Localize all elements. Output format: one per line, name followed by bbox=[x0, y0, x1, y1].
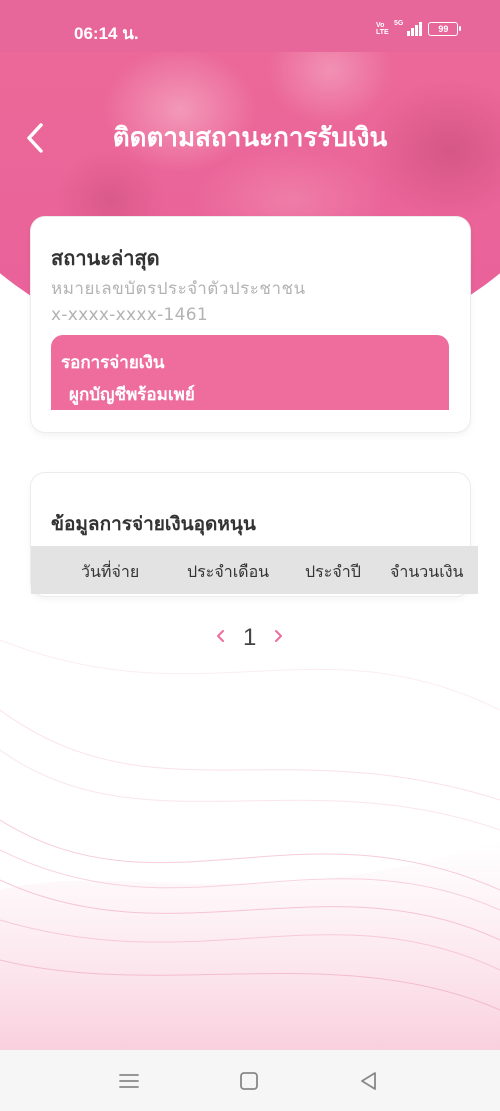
battery-level: 99 bbox=[438, 24, 449, 34]
volte-icon: Vo LTE bbox=[376, 22, 389, 36]
system-back-button[interactable] bbox=[356, 1068, 382, 1094]
column-header-month: ประจำเดือน bbox=[187, 562, 270, 581]
network-type-label: 5G bbox=[394, 19, 404, 27]
status-time: 06:14 น. bbox=[74, 24, 139, 43]
id-card-value: x-xxxx-xxxx-1461 bbox=[51, 305, 209, 325]
column-header-amount: จำนวนเงิน bbox=[390, 562, 464, 581]
next-page-button[interactable] bbox=[272, 622, 286, 652]
system-nav-bar bbox=[0, 1050, 500, 1111]
signal-icon bbox=[407, 22, 423, 36]
status-card: สถานะล่าสุด หมายเลขบัตรประจำตัวประชาชน x… bbox=[31, 217, 470, 432]
status-text-promptpay: ผูกบัญชีพร้อมเพย์ bbox=[69, 385, 195, 405]
home-square-icon bbox=[240, 1072, 258, 1090]
current-page[interactable]: 1 bbox=[243, 624, 256, 652]
status-text-payment: รอการจ่ายเงิน bbox=[61, 353, 165, 373]
payment-table-header: วันที่จ่าย ประจำเดือน ประจำปี จำนวนเงิน bbox=[31, 546, 478, 594]
status-label: สถานะล่าสุด bbox=[51, 246, 160, 270]
column-header-pay-date: วันที่จ่าย bbox=[81, 562, 140, 581]
screen: 06:14 น. Vo LTE 5G 99 ติดตามสถานะการรับเ… bbox=[0, 0, 500, 1111]
prev-page-button[interactable] bbox=[213, 622, 227, 652]
status-badge: รอการจ่ายเงิน ผูกบัญชีพร้อมเพย์ bbox=[51, 335, 449, 410]
home-button[interactable] bbox=[236, 1068, 262, 1094]
pagination: 1 bbox=[0, 622, 500, 652]
recent-apps-button[interactable] bbox=[116, 1068, 142, 1094]
chevron-right-icon bbox=[275, 630, 282, 642]
page-title: ติดตามสถานะการรับเงิน bbox=[112, 123, 388, 153]
payment-info-title: ข้อมูลการจ่ายเงินอุดหนุน bbox=[51, 513, 256, 535]
battery-icon: 99 bbox=[428, 22, 462, 36]
payment-info-card: ข้อมูลการจ่ายเงินอุดหนุน วันที่จ่าย ประจ… bbox=[31, 473, 478, 596]
column-header-year: ประจำปี bbox=[305, 562, 361, 581]
menu-icon bbox=[119, 1074, 139, 1088]
chevron-left-icon bbox=[217, 630, 224, 642]
status-bar: 06:14 น. Vo LTE 5G 99 bbox=[0, 0, 500, 52]
id-card-label: หมายเลขบัตรประจำตัวประชาชน bbox=[51, 279, 306, 299]
status-icons: Vo LTE 5G 99 bbox=[376, 19, 462, 36]
back-triangle-icon bbox=[361, 1072, 376, 1090]
